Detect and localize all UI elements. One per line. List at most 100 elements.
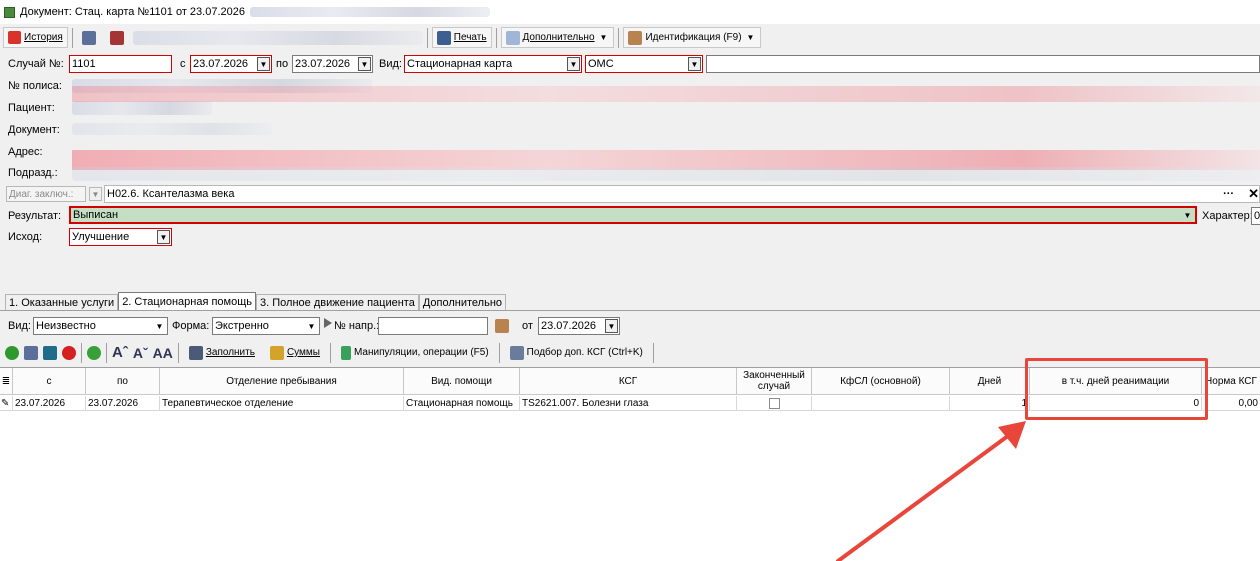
- column-header-ksg-norm[interactable]: Норма КСГ: [1202, 368, 1260, 395]
- character-value: 0: [1254, 210, 1260, 222]
- from-date-label: с: [180, 58, 186, 70]
- filter-form-select[interactable]: Экстренно ▼: [212, 317, 320, 335]
- tab-services[interactable]: 1. Оказанные услуги: [5, 294, 119, 311]
- to-date-label: по: [276, 58, 289, 70]
- table-cell-to[interactable]: 23.07.2026: [86, 396, 160, 411]
- calendar-dropdown-icon[interactable]: ▼: [257, 57, 270, 71]
- sums-button[interactable]: Суммы: [265, 342, 325, 363]
- cell-value: Терапевтическое отделение: [162, 397, 294, 409]
- table-cell-ksg[interactable]: TS2621.007. Болезни глаза: [520, 396, 737, 411]
- chevron-down-icon[interactable]: ▼: [1181, 208, 1194, 222]
- chevron-down-icon[interactable]: ▼: [688, 57, 701, 71]
- column-header-completed[interactable]: Законченный случай: [737, 368, 812, 395]
- cell-value: 23.07.2026: [15, 397, 66, 409]
- address-label: Адрес:: [8, 146, 43, 158]
- edit-icon[interactable]: [24, 345, 38, 360]
- column-header-care-type[interactable]: Вид. помощи: [404, 368, 520, 395]
- chevron-down-icon[interactable]: ▼: [745, 33, 757, 42]
- ksg-icon: [509, 345, 524, 360]
- cell-value: Стационарная помощь: [406, 397, 513, 409]
- chevron-down-icon[interactable]: ▼: [153, 319, 166, 333]
- diagnosis-field[interactable]: H02.6. Ксантелазма века ··· ✕: [104, 185, 1260, 203]
- filter-kind-select[interactable]: Неизвестно ▼: [33, 317, 168, 335]
- history-label: История: [24, 32, 63, 43]
- chevron-down-icon[interactable]: ▼: [567, 57, 580, 71]
- tab-label: 2. Стационарная помощь: [122, 296, 253, 308]
- history-button[interactable]: История: [3, 27, 68, 48]
- column-header-to[interactable]: по: [86, 368, 160, 395]
- kind-value: Стационарная карта: [407, 58, 513, 70]
- kind-select[interactable]: Стационарная карта ▼: [404, 55, 582, 73]
- fill-button[interactable]: Заполнить: [184, 342, 260, 363]
- cell-value: TS2621.007. Болезни глаза: [522, 397, 649, 409]
- case-number-field[interactable]: 1101: [69, 55, 172, 73]
- blurred-title-tail: [249, 7, 490, 17]
- blurred-department: [72, 167, 1260, 181]
- column-header-from[interactable]: с: [13, 368, 86, 395]
- blurred-policy-band: [72, 86, 1260, 102]
- window-title: Документ: Стац. карта №1101 от 23.07.202…: [20, 6, 245, 18]
- delete-icon[interactable]: [62, 345, 76, 360]
- add-icon[interactable]: [5, 345, 19, 360]
- save-icon[interactable]: [43, 345, 57, 360]
- row-edit-indicator[interactable]: ✎: [0, 396, 13, 411]
- coins-icon: [269, 345, 284, 360]
- completed-checkbox[interactable]: [768, 397, 780, 409]
- payment-select[interactable]: ОМС ▼: [585, 55, 703, 73]
- sums-label: Суммы: [286, 347, 320, 358]
- font-increase-icon[interactable]: Aˆ: [112, 344, 128, 361]
- additional-label: Дополнительно: [522, 32, 595, 43]
- chevron-down-icon[interactable]: ▼: [305, 319, 318, 333]
- ksg-select-button[interactable]: Подбор доп. КСГ (Ctrl+K): [505, 342, 648, 363]
- tab-patient-movement[interactable]: 3. Полное движение пациента: [256, 294, 419, 311]
- row-selector-header[interactable]: ≣: [0, 368, 13, 395]
- referral-date-label: от: [522, 320, 533, 332]
- manipulations-button[interactable]: Манипуляции, операции (F5): [336, 342, 494, 363]
- table-cell-ksg-norm[interactable]: 0,00: [1202, 396, 1260, 411]
- font-decrease-icon[interactable]: Aˇ: [133, 345, 148, 361]
- cancel-sign-button[interactable]: [105, 27, 129, 48]
- calendar-dropdown-icon[interactable]: ▼: [358, 57, 371, 71]
- outcome-select[interactable]: Улучшение ▼: [69, 228, 172, 246]
- chevron-down-icon[interactable]: ▼: [157, 230, 170, 244]
- to-date-field[interactable]: 23.07.2026 ▼: [292, 55, 373, 73]
- tab-inpatient-care[interactable]: 2. Стационарная помощь: [118, 292, 257, 311]
- close-icon[interactable]: ✕: [1248, 186, 1259, 202]
- column-title: КСГ: [618, 375, 638, 387]
- table-cell-from[interactable]: 23.07.2026: [13, 396, 86, 411]
- referral-label: № напр.:: [334, 320, 380, 332]
- cancel-sign-icon: [109, 30, 124, 45]
- diagnosis-dropdown-icon[interactable]: ▼: [89, 187, 102, 201]
- table-cell-completed[interactable]: [737, 396, 812, 411]
- person-lookup-icon: [494, 319, 509, 333]
- referral-lookup-button[interactable]: [492, 317, 511, 335]
- font-reset-icon[interactable]: AA: [153, 345, 173, 361]
- additional-menu-button[interactable]: Дополнительно ▼: [500, 27, 615, 48]
- character-field[interactable]: 0: [1251, 207, 1260, 225]
- result-select[interactable]: Выписан ▼: [69, 206, 1197, 224]
- from-date-field[interactable]: 23.07.2026 ▼: [190, 55, 272, 73]
- print-button[interactable]: Печать: [431, 27, 492, 48]
- case-extra-field[interactable]: [706, 55, 1260, 73]
- to-date-value: 23.07.2026: [295, 58, 351, 70]
- table-cell-department[interactable]: Терапевтическое отделение: [160, 396, 404, 411]
- table-cell-care-type[interactable]: Стационарная помощь: [404, 396, 520, 411]
- column-header-ksg[interactable]: КСГ: [520, 368, 737, 395]
- more-icon[interactable]: ···: [1223, 188, 1234, 200]
- referral-field[interactable]: [378, 317, 488, 335]
- title-bar: Документ: Стац. карта №1101 от 23.07.202…: [0, 0, 1260, 24]
- tab-additional[interactable]: Дополнительно: [418, 294, 507, 311]
- column-header-kfsl[interactable]: КфСЛ (основной): [812, 368, 950, 395]
- printer-icon: [436, 30, 451, 45]
- referral-date-field[interactable]: 23.07.2026 ▼: [538, 317, 620, 335]
- column-header-days[interactable]: Дней: [950, 368, 1030, 395]
- calendar-dropdown-icon[interactable]: ▼: [605, 319, 618, 333]
- chevron-down-icon: ▼: [599, 33, 608, 42]
- syringe-icon: [340, 345, 351, 360]
- refresh-icon[interactable]: [87, 345, 101, 360]
- sign-button[interactable]: [77, 27, 101, 48]
- column-title: Дней: [977, 375, 1002, 387]
- ksg-select-label: Подбор доп. КСГ (Ctrl+K): [526, 347, 643, 358]
- identification-button[interactable]: Идентификация (F9) ▼: [623, 27, 762, 48]
- column-header-department[interactable]: Отделение пребывания: [160, 368, 404, 395]
